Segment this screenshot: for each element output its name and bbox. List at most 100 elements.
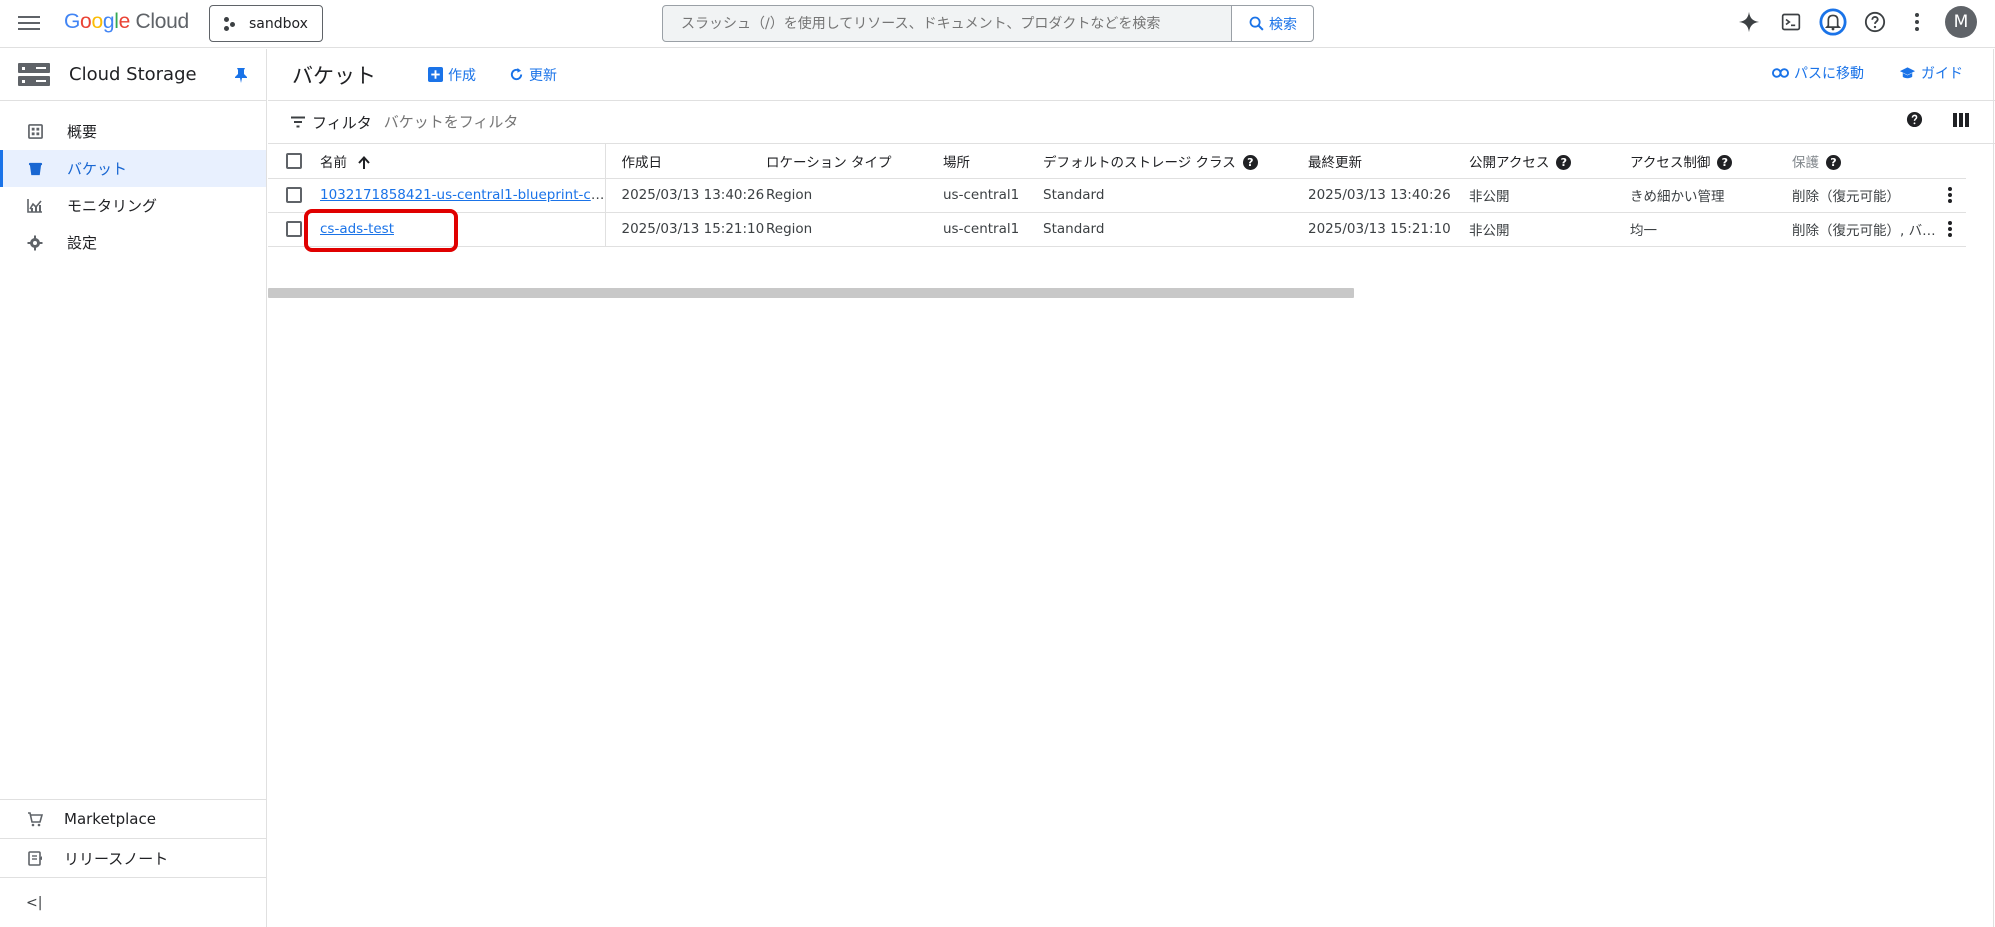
column-header-last-modified[interactable]: 最終更新	[1308, 144, 1469, 179]
cloud-shell-icon[interactable]	[1777, 8, 1805, 36]
public-access-cell: 非公開	[1469, 178, 1630, 213]
page-header: バケット 作成 更新 パスに移動 ガイド	[268, 49, 1995, 101]
project-icon	[224, 16, 240, 31]
search-bar: 検索	[662, 5, 1314, 42]
created-cell: 2025/03/13 13:40:26	[605, 178, 766, 213]
cloud-storage-icon	[18, 62, 50, 86]
sidebar-item-release-notes[interactable]: リリースノート	[0, 838, 266, 877]
sidebar: Cloud Storage 概要 バケット モニタリング 設定 Marketpl…	[0, 49, 267, 927]
main-menu-icon[interactable]	[18, 13, 40, 35]
product-name: Cloud Storage	[69, 64, 197, 85]
filter-button[interactable]: フィルタ	[290, 112, 372, 133]
row-actions-icon[interactable]	[1948, 187, 1952, 203]
create-bucket-button[interactable]: 作成	[428, 65, 476, 85]
storage-class-cell: Standard	[1043, 178, 1308, 213]
gemini-sparkle-icon[interactable]	[1735, 8, 1763, 36]
sidebar-item-buckets[interactable]: バケット	[0, 150, 266, 187]
collapse-icon: <|	[26, 894, 43, 911]
refresh-button[interactable]: 更新	[509, 65, 557, 85]
dashboard-icon	[26, 123, 44, 141]
table-row: 1032171858421-us-central1-blueprint-co..…	[268, 178, 1966, 213]
go-to-path-link[interactable]: パスに移動	[1772, 63, 1864, 83]
location-cell: us-central1	[943, 178, 1043, 213]
sidebar-item-label: モニタリング	[67, 197, 158, 215]
filter-bar: フィルタ	[268, 101, 1995, 144]
sidebar-item-label: バケット	[67, 160, 128, 178]
header-links: パスに移動 ガイド	[1772, 63, 1963, 83]
sidebar-item-label: 設定	[67, 234, 98, 252]
sidebar-item-monitoring[interactable]: モニタリング	[0, 187, 266, 224]
sidebar-item-overview[interactable]: 概要	[0, 113, 266, 150]
filter-list-icon	[291, 116, 305, 128]
top-bar: Google Cloud sandbox 検索 M	[0, 0, 1995, 48]
pin-icon[interactable]	[234, 67, 248, 87]
column-header-created[interactable]: 作成日	[605, 144, 766, 179]
select-all-checkbox[interactable]	[286, 152, 302, 169]
guide-link[interactable]: ガイド	[1899, 63, 1963, 83]
help-icon[interactable]: ?	[1242, 155, 1258, 171]
arrow-upward-icon	[358, 155, 371, 169]
row-checkbox[interactable]	[286, 221, 302, 237]
table-header-row: 名前 作成日 ロケーション タイプ 場所 デフォルトのストレージ クラス? 最終…	[268, 144, 1966, 179]
gear-icon	[26, 234, 44, 252]
more-vert-icon[interactable]	[1903, 8, 1931, 36]
help-icon[interactable]: ?	[1556, 155, 1572, 171]
search-input[interactable]	[663, 6, 1231, 41]
buckets-table: 名前 作成日 ロケーション タイプ 場所 デフォルトのストレージ クラス? 最終…	[268, 144, 1966, 247]
sidebar-item-label: 概要	[67, 123, 98, 141]
column-header-location[interactable]: 場所	[943, 144, 1043, 179]
project-name: sandbox	[249, 15, 308, 32]
monitoring-icon	[26, 197, 44, 215]
column-header-name[interactable]: 名前	[320, 144, 606, 179]
column-header-public-access[interactable]: 公開アクセス?	[1469, 144, 1630, 179]
bucket-icon	[26, 160, 44, 178]
right-divider	[1993, 49, 1994, 927]
location-type-cell: Region	[766, 178, 943, 213]
access-control-cell: きめ細かい管理	[1630, 178, 1792, 213]
column-header-access-control[interactable]: アクセス制御?	[1630, 144, 1792, 179]
table-row: cs-ads-test 2025/03/13 15:21:10 Region u…	[268, 212, 1966, 247]
row-checkbox[interactable]	[286, 187, 302, 203]
column-header-location-type[interactable]: ロケーション タイプ	[766, 144, 943, 179]
link-icon	[1772, 68, 1789, 78]
sidebar-item-marketplace[interactable]: Marketplace	[0, 799, 266, 838]
location-type-cell: Region	[766, 212, 943, 247]
public-access-cell: 非公開	[1469, 212, 1630, 247]
help-icon[interactable]	[1906, 111, 1923, 132]
page-title: バケット	[292, 63, 376, 88]
column-header-protection[interactable]: 保護?	[1792, 144, 1942, 179]
top-icons: M	[1735, 6, 1977, 38]
add-box-icon	[428, 67, 443, 82]
account-avatar[interactable]: M	[1945, 6, 1977, 38]
last-modified-cell: 2025/03/13 15:21:10	[1308, 212, 1469, 247]
search-button[interactable]: 検索	[1231, 6, 1313, 41]
annotation-highlight-box	[304, 209, 458, 252]
collapse-sidebar-button[interactable]: <|	[0, 877, 266, 927]
column-display-options-icon[interactable]	[1953, 112, 1969, 131]
help-icon[interactable]: ?	[1826, 155, 1841, 171]
sidebar-nav: 概要 バケット モニタリング 設定	[0, 101, 266, 261]
refresh-icon	[510, 67, 523, 81]
protection-cell: 削除（復元可能）	[1792, 178, 1942, 213]
storage-class-cell: Standard	[1043, 212, 1308, 247]
notifications-bell-icon[interactable]	[1819, 8, 1847, 36]
horizontal-scrollbar[interactable]	[268, 288, 1354, 298]
help-icon[interactable]	[1861, 8, 1889, 36]
search-icon	[1249, 16, 1264, 31]
bucket-name-link[interactable]: 1032171858421-us-central1-blueprint-co..…	[320, 187, 604, 203]
filter-actions	[1906, 111, 1969, 132]
sidebar-header: Cloud Storage	[0, 49, 266, 101]
column-header-storage-class[interactable]: デフォルトのストレージ クラス?	[1043, 144, 1308, 179]
google-cloud-logo[interactable]: Google Cloud	[64, 10, 189, 34]
sidebar-footer: Marketplace リリースノート <|	[0, 799, 266, 927]
filter-input[interactable]	[383, 113, 784, 131]
location-cell: us-central1	[943, 212, 1043, 247]
sidebar-item-settings[interactable]: 設定	[0, 224, 266, 261]
release-notes-icon	[26, 850, 44, 866]
access-control-cell: 均一	[1630, 212, 1792, 247]
row-actions-icon[interactable]	[1948, 221, 1952, 237]
help-icon[interactable]: ?	[1717, 155, 1733, 171]
project-picker-button[interactable]: sandbox	[209, 5, 323, 42]
protection-cell: 削除（復元可能）, バージ	[1792, 212, 1942, 247]
last-modified-cell: 2025/03/13 13:40:26	[1308, 178, 1469, 213]
